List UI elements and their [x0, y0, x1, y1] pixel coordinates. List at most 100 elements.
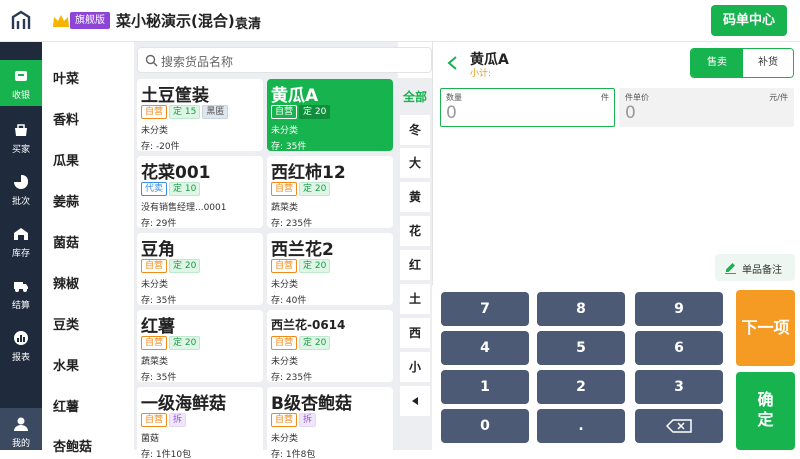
category-item[interactable]: 辣椒 — [53, 273, 79, 292]
product-card[interactable]: 一级海鲜菇 自营拆菌菇 存: 1件10包 — [137, 387, 263, 459]
quantity-field[interactable]: 数量 件 0 — [440, 88, 615, 127]
key-8[interactable]: 8 — [537, 292, 625, 326]
nav-item-inventory[interactable]: 库存 — [0, 218, 42, 264]
product-tag: 自营 — [271, 259, 298, 273]
category-item[interactable]: 菌菇 — [53, 232, 79, 251]
mode-toggle: 售卖 补货 — [690, 48, 794, 78]
category-item[interactable]: 红薯 — [53, 396, 79, 415]
product-tag: 自营 — [141, 105, 168, 119]
index-letter[interactable]: 冬 — [400, 115, 430, 145]
product-tag: 自营 — [271, 336, 298, 350]
category-item[interactable]: 瓜果 — [53, 150, 79, 169]
product-tag: 定 20 — [299, 105, 331, 119]
nav-item-profile[interactable]: 我的 — [0, 408, 42, 450]
backspace-icon — [665, 419, 692, 433]
back-icon[interactable] — [446, 56, 460, 70]
item-note-button[interactable]: 单品备注 — [715, 254, 795, 281]
product-stock: 存: 40件 — [271, 296, 307, 305]
product-class: 没有销售经理...0001 — [141, 203, 227, 213]
product-card[interactable]: 西兰花-0614 自营定 20 未分类 存: 235件 — [267, 310, 393, 382]
category-item[interactable]: 杏鲍菇 — [53, 436, 92, 455]
product-tag: 拆 — [299, 413, 317, 427]
product-card[interactable]: 黄瓜A 自营定 20 未分类 存: 35件 — [267, 79, 393, 151]
key-1[interactable]: 1 — [441, 370, 529, 404]
key-2[interactable]: 2 — [537, 370, 625, 404]
index-letter[interactable]: 黄 — [400, 182, 430, 212]
nav-item-report[interactable]: 报表 — [0, 322, 42, 368]
index-letter[interactable]: 西 — [400, 318, 430, 348]
unit-price-value: 0 — [625, 103, 636, 123]
key-9[interactable]: 9 — [635, 292, 723, 326]
index-letter[interactable]: 花 — [400, 216, 430, 246]
category-item[interactable]: 叶菜 — [53, 68, 79, 87]
product-name: 花菜001 — [141, 163, 211, 183]
index-letter[interactable]: 小 — [400, 352, 430, 382]
product-stock: 存: 29件 — [141, 219, 177, 228]
cashier-icon — [15, 71, 27, 81]
mode-sell-button[interactable]: 售卖 — [691, 49, 743, 77]
product-card[interactable]: 豆角 自营定 20 未分类 存: 35件 — [137, 233, 263, 305]
index-collapse[interactable] — [400, 386, 430, 416]
product-tag: 自营 — [271, 105, 298, 119]
nav-item-settlement[interactable]: 结算 — [0, 270, 42, 316]
product-tag: 定 20 — [169, 259, 201, 273]
product-card[interactable]: 土豆筐装 自营定 15 黑匿 未分类 存: -20件 — [137, 79, 263, 151]
product-name: 西兰花2 — [271, 240, 334, 260]
product-name: 土豆筐装 — [141, 86, 209, 106]
key-5[interactable]: 5 — [537, 331, 625, 365]
product-tag: 代卖 — [141, 182, 168, 196]
profile-icon — [14, 417, 28, 431]
key-6[interactable]: 6 — [635, 331, 723, 365]
unit-price-field[interactable]: 件单价 元/件 0 — [619, 88, 794, 127]
product-card[interactable]: 西兰花2 自营定 20 未分类 存: 40件 — [267, 233, 393, 305]
search-icon — [145, 54, 158, 67]
category-item[interactable]: 香料 — [53, 109, 79, 128]
product-tag: 定 20 — [299, 336, 331, 350]
product-name: 黄瓜A — [271, 86, 319, 106]
product-stock: 存: 35件 — [141, 373, 177, 382]
nav-item-buyer[interactable]: 买家 — [0, 114, 42, 160]
key-0[interactable]: 0 — [441, 409, 529, 443]
product-stock: 存: -20件 — [141, 142, 180, 151]
key-7[interactable]: 7 — [441, 292, 529, 326]
confirm-label: 确定 — [757, 390, 774, 429]
product-card[interactable]: 西红柿12 自营定 20 蔬菜类 存: 235件 — [267, 156, 393, 228]
nav-label: 库存 — [11, 249, 30, 259]
product-card[interactable]: B级杏鲍菇 自营拆未分类 存: 1件8包 — [267, 387, 393, 459]
buyer-icon — [15, 124, 27, 136]
category-item[interactable]: 豆类 — [53, 314, 79, 333]
category-item[interactable]: 水果 — [53, 355, 79, 374]
backspace-key[interactable] — [635, 409, 723, 443]
category-item[interactable]: 姜蒜 — [53, 191, 79, 210]
product-tags: 自营定 20 — [271, 182, 332, 196]
quantity-unit: 件 — [601, 93, 609, 102]
nav-label: 结算 — [11, 301, 30, 311]
top-bar: 旗舰版 菜小秘演示(混合) 袁清 码单中心 — [0, 0, 800, 42]
product-stock: 存: 1件8包 — [271, 450, 316, 459]
category-list: 叶菜 香料 瓜果 姜蒜 菌菇 辣椒 豆类 水果 红薯 杏鲍菇 — [42, 42, 134, 455]
index-letter[interactable]: 土 — [400, 284, 430, 314]
index-letter[interactable]: 红 — [400, 250, 430, 280]
confirm-button[interactable]: 确定 — [736, 372, 795, 450]
nav-label: 我的 — [11, 439, 30, 449]
product-card[interactable]: 红薯 自营定 20 蔬菜类 存: 35件 — [137, 310, 263, 382]
key-4[interactable]: 4 — [441, 331, 529, 365]
search-input[interactable]: 搜索货品名称 — [137, 47, 432, 73]
nav-item-batch[interactable]: 批次 — [0, 166, 42, 212]
quantity-value: 0 — [446, 103, 457, 123]
mode-refill-button[interactable]: 补货 — [743, 49, 793, 77]
code-center-button[interactable]: 码单中心 — [711, 5, 787, 36]
unit-price-label: 件单价 — [625, 93, 649, 102]
product-tag: 定 20 — [299, 259, 331, 273]
product-card[interactable]: 花菜001 代卖定 10 没有销售经理...0001 存: 29件 — [137, 156, 263, 228]
index-all[interactable]: 全部 — [400, 82, 430, 112]
key-dot[interactable]: . — [537, 409, 625, 443]
index-letter[interactable]: 大 — [400, 148, 430, 178]
product-tag: 自营 — [141, 336, 168, 350]
product-class: 未分类 — [141, 280, 169, 290]
next-item-button[interactable]: 下一项 — [736, 290, 795, 366]
nav-item-cashier[interactable]: 收银 — [0, 60, 42, 106]
product-tags: 自营定 20 — [271, 336, 332, 350]
nav-label: 报表 — [11, 353, 30, 363]
key-3[interactable]: 3 — [635, 370, 723, 404]
